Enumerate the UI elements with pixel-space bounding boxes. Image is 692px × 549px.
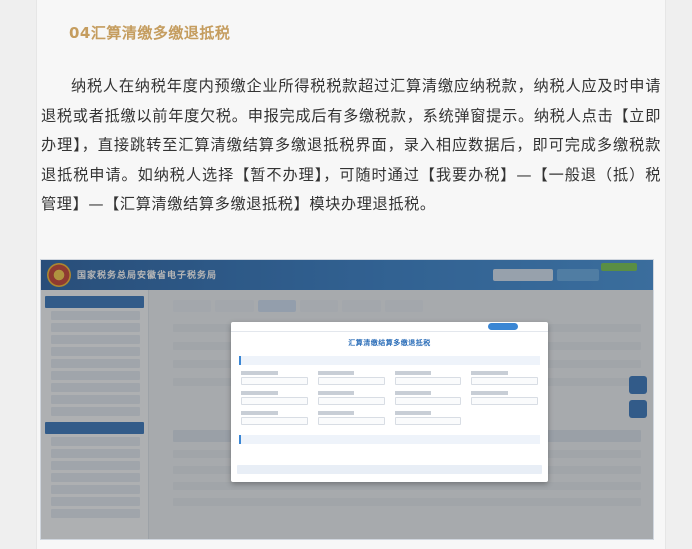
- form-field: [471, 371, 538, 385]
- article-paragraph: 纳税人在纳税年度内预缴企业所得税税款超过汇算清缴应纳税款，纳税人应及时申请退税或…: [41, 77, 661, 213]
- modal-form: [241, 371, 538, 425]
- form-field: [394, 411, 462, 425]
- form-select[interactable]: [471, 377, 538, 385]
- section-title: 04汇算清缴多缴退抵税: [69, 24, 231, 42]
- modal-title-bar: [231, 322, 548, 332]
- modal-table-header: [237, 465, 542, 474]
- form-input[interactable]: [317, 417, 385, 425]
- modal-section-header: [239, 356, 540, 365]
- modal-title: 汇算清缴结算多缴退抵税: [348, 339, 431, 347]
- form-field: [241, 371, 308, 385]
- refund-modal: 汇算清缴结算多缴退抵税: [231, 322, 548, 482]
- form-select[interactable]: [241, 397, 308, 405]
- form-field: [241, 391, 308, 405]
- modal-action-pill[interactable]: [488, 323, 518, 330]
- form-input[interactable]: [471, 397, 538, 405]
- form-field: [471, 391, 538, 405]
- form-field: [241, 411, 308, 425]
- form-select[interactable]: [317, 397, 385, 405]
- form-input[interactable]: [241, 377, 308, 385]
- modal-section-header: [239, 435, 540, 444]
- form-field: [317, 411, 385, 425]
- form-field: [317, 391, 385, 405]
- form-field: [317, 371, 385, 385]
- form-field: [394, 371, 462, 385]
- form-input[interactable]: [241, 417, 308, 425]
- form-input[interactable]: [394, 377, 462, 385]
- form-input[interactable]: [317, 377, 385, 385]
- form-input[interactable]: [394, 417, 462, 425]
- form-input[interactable]: [394, 397, 462, 405]
- form-field: [394, 391, 462, 405]
- embedded-screenshot: 国家税务总局安徽省电子税务局 汇算清缴结算多缴退抵税: [40, 259, 654, 540]
